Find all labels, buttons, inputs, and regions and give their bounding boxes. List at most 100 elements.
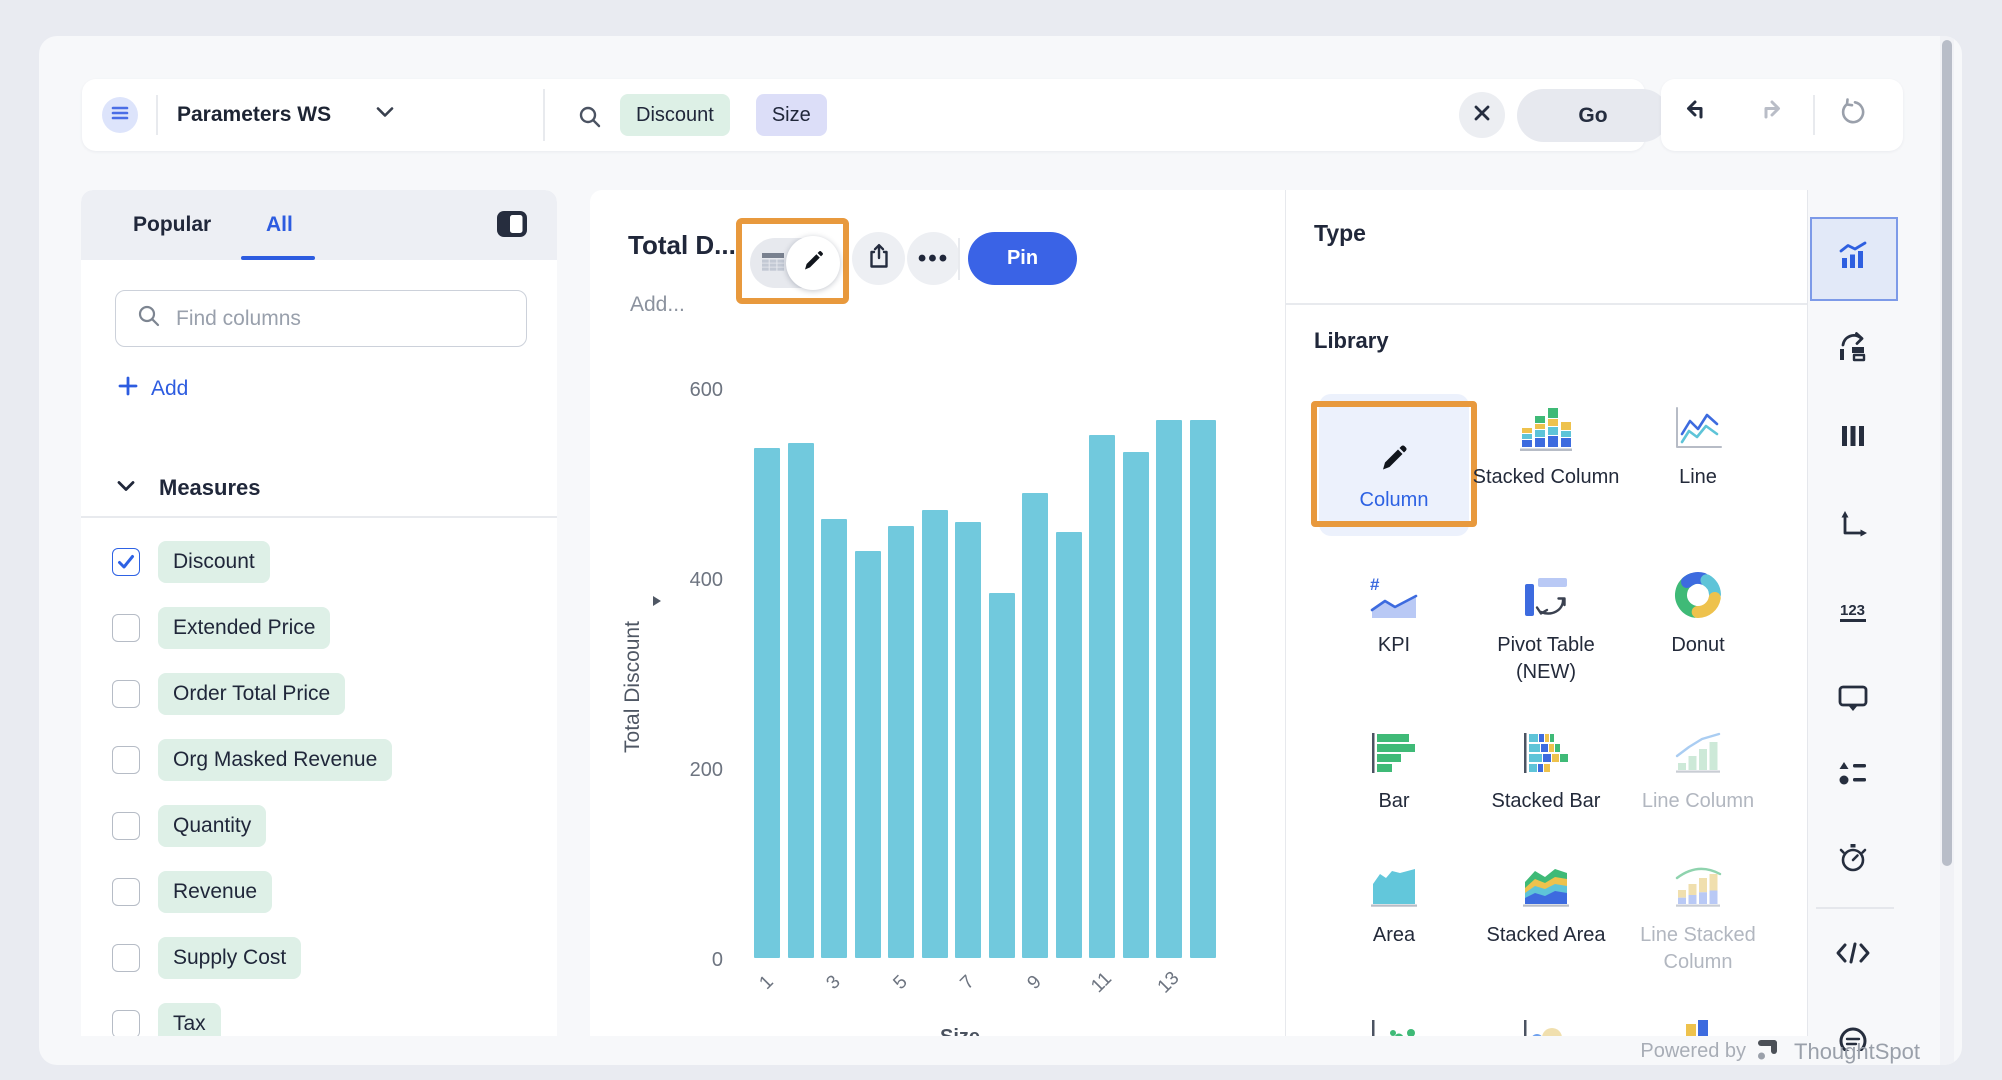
page-scrollbar-thumb[interactable] xyxy=(1942,40,1952,866)
measure-row-order-total-price[interactable]: Order Total Price xyxy=(81,669,557,719)
edit-chart-button[interactable] xyxy=(786,236,840,290)
search-token-size[interactable]: Size xyxy=(756,94,827,136)
bar-size-1[interactable] xyxy=(754,448,780,958)
share-button[interactable] xyxy=(852,232,905,285)
bar-size-5[interactable] xyxy=(888,526,914,958)
bar-size-11[interactable] xyxy=(1089,435,1115,958)
bar-size-14[interactable] xyxy=(1190,420,1216,958)
x-tick: 5 xyxy=(879,961,923,1005)
stacked-column-icon xyxy=(1518,394,1574,452)
bar-size-13[interactable] xyxy=(1156,420,1182,958)
measure-row-quantity[interactable]: Quantity xyxy=(81,801,557,851)
undo-button[interactable] xyxy=(1685,99,1711,126)
measure-row-supply-cost[interactable]: Supply Cost xyxy=(81,933,557,983)
bar-size-3[interactable] xyxy=(821,519,847,958)
measure-row-extended-price[interactable]: Extended Price xyxy=(81,603,557,653)
bar-size-7[interactable] xyxy=(955,522,981,958)
library-tile-line[interactable]: Line xyxy=(1623,394,1773,491)
powered-by-label: Powered by xyxy=(1640,1040,1746,1063)
library-tile-bar[interactable]: Bar xyxy=(1319,718,1469,815)
answer-description[interactable]: Add... xyxy=(630,293,685,317)
library-tile-stacked-column[interactable]: Stacked Column xyxy=(1471,394,1621,491)
redo-button[interactable] xyxy=(1756,99,1782,126)
checkbox-checked[interactable] xyxy=(112,548,140,576)
toolbar-code-button[interactable] xyxy=(1831,933,1875,977)
reset-button[interactable] xyxy=(1839,98,1867,131)
tab-all[interactable]: All xyxy=(266,190,293,260)
checkbox-unchecked[interactable] xyxy=(112,1010,140,1036)
search-token-row[interactable]: Discount Size xyxy=(620,94,827,136)
bar-size-2[interactable] xyxy=(788,443,814,958)
y-axis-label[interactable]: Total Discount xyxy=(621,532,645,842)
library-tile-kpi[interactable]: # KPI xyxy=(1319,562,1469,659)
add-column-button[interactable]: Add xyxy=(117,375,188,403)
library-tile-line-stacked-column[interactable]: Line Stacked Column xyxy=(1623,852,1773,976)
hamburger-menu-button[interactable] xyxy=(102,97,138,133)
stacked-area-icon xyxy=(1520,852,1572,910)
page-scrollbar[interactable] xyxy=(1940,36,1954,1065)
checkbox-unchecked[interactable] xyxy=(112,680,140,708)
table-chart-toggle[interactable] xyxy=(750,236,836,290)
search-bar: Parameters WS DiscountSize Go xyxy=(82,79,1645,151)
chevron-down-icon[interactable] xyxy=(374,105,396,124)
x-axis-label[interactable]: Size xyxy=(920,1026,1000,1036)
x-tick: 3 xyxy=(812,961,856,1005)
measure-row-tax[interactable]: Tax xyxy=(81,999,557,1036)
checkbox-unchecked[interactable] xyxy=(112,812,140,840)
donut-icon xyxy=(1673,562,1723,620)
library-tile-stacked-area[interactable]: Stacked Area xyxy=(1471,852,1621,949)
measure-row-revenue[interactable]: Revenue xyxy=(81,867,557,917)
pencil-icon xyxy=(800,248,826,279)
columns-icon xyxy=(1836,419,1870,458)
checkbox-unchecked[interactable] xyxy=(112,746,140,774)
toolbar-change-visualization-button[interactable] xyxy=(1831,326,1875,370)
library-tile-column[interactable]: Column xyxy=(1319,394,1469,536)
bar-size-6[interactable] xyxy=(922,510,948,958)
measure-row-org-masked-revenue[interactable]: Org Masked Revenue xyxy=(81,735,557,785)
toolbar-chart-config-button[interactable] xyxy=(1831,236,1875,280)
measures-section-header[interactable]: Measures xyxy=(81,460,557,516)
library-tile-waterfall[interactable] xyxy=(1623,1000,1773,1036)
workspace-selector[interactable]: Parameters WS xyxy=(177,79,331,151)
library-tile-stacked-bar[interactable]: Stacked Bar xyxy=(1471,718,1621,815)
tile-label: KPI xyxy=(1378,632,1410,659)
divider xyxy=(1813,95,1815,135)
toolbar-tooltip-button[interactable] xyxy=(1831,678,1875,722)
library-tile-pivot-table[interactable]: Pivot Table (NEW) xyxy=(1471,562,1621,686)
clear-search-button[interactable] xyxy=(1459,92,1505,138)
pin-button[interactable]: Pin xyxy=(968,232,1077,285)
library-tile-area[interactable]: Area xyxy=(1319,852,1469,949)
more-options-button[interactable]: ••• xyxy=(907,232,960,285)
checkbox-unchecked[interactable] xyxy=(112,944,140,972)
bar-size-10[interactable] xyxy=(1056,532,1082,958)
search-token-discount[interactable]: Discount xyxy=(620,94,730,136)
tooltip-icon xyxy=(1836,682,1870,719)
toolbar-number-format-button[interactable]: 123 xyxy=(1831,592,1875,636)
checkbox-unchecked[interactable] xyxy=(112,614,140,642)
library-tile-bubble[interactable] xyxy=(1471,1000,1621,1036)
library-tile-scatter[interactable] xyxy=(1319,1000,1469,1036)
toolbar-timer-button[interactable] xyxy=(1831,838,1875,882)
kpi-icon: # xyxy=(1368,562,1420,620)
bar-size-8[interactable] xyxy=(989,593,1015,958)
axis-arrow-icon xyxy=(650,594,664,613)
bar-size-12[interactable] xyxy=(1123,452,1149,958)
library-tile-line-column[interactable]: Line Column xyxy=(1623,718,1773,815)
checkbox-unchecked[interactable] xyxy=(112,878,140,906)
pivot-table-icon xyxy=(1521,562,1571,620)
thoughtspot-logo-icon xyxy=(1756,1035,1784,1065)
go-button[interactable]: Go xyxy=(1517,89,1669,142)
collapse-panel-button[interactable] xyxy=(496,210,528,243)
find-columns-input[interactable]: Find columns xyxy=(115,290,527,347)
tab-popular[interactable]: Popular xyxy=(133,190,211,260)
bar-size-9[interactable] xyxy=(1022,493,1048,958)
toolbar-legend-button[interactable] xyxy=(1831,753,1875,797)
answer-title[interactable]: Total D... xyxy=(628,230,736,261)
bar-size-4[interactable] xyxy=(855,551,881,958)
workspace-name: Parameters WS xyxy=(177,103,331,127)
library-tile-donut[interactable]: Donut xyxy=(1623,562,1773,659)
toolbar-columns-button[interactable] xyxy=(1831,416,1875,460)
toolbar-axes-button[interactable] xyxy=(1831,505,1875,549)
tutorial-highlight-box xyxy=(736,218,849,304)
measure-row-discount[interactable]: Discount xyxy=(81,537,557,587)
